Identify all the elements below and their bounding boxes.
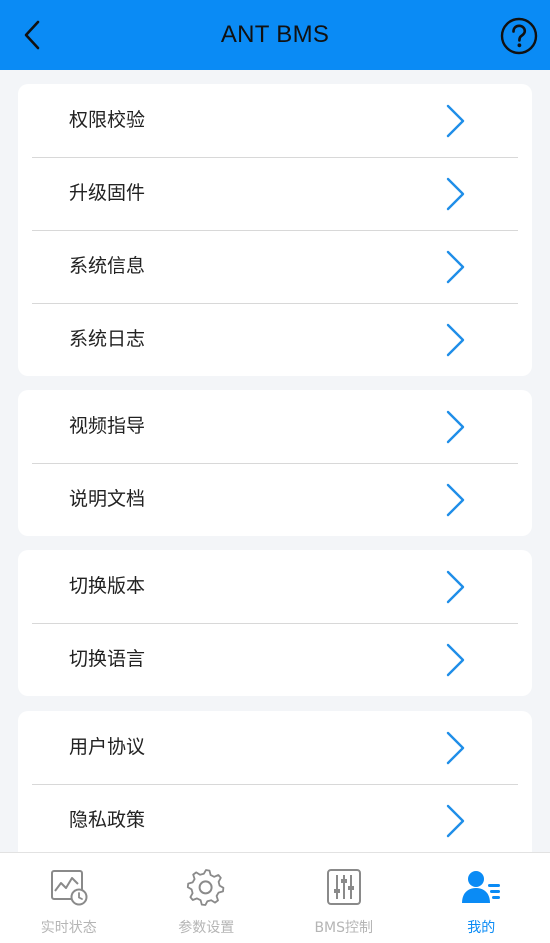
menu-item-upgrade-firmware[interactable]: 升级固件 <box>18 157 532 230</box>
tab-mine[interactable]: 我的 <box>413 853 550 943</box>
menu-item-label: 升级固件 <box>69 182 146 204</box>
menu-item-permission-check[interactable]: 权限校验 <box>18 84 532 157</box>
menu-item-label: 权限校验 <box>69 109 146 131</box>
realtime-status-icon <box>50 870 88 906</box>
menu-item-label: 视频指导 <box>69 415 146 437</box>
menu-item-system-info[interactable]: 系统信息 <box>18 230 532 303</box>
menu-item-label: 系统信息 <box>69 255 146 277</box>
menu-group-preferences: 切换版本 切换语言 <box>18 550 532 696</box>
bottom-tab-bar: 实时状态 参数设置 BMS控制 我的 <box>0 852 550 943</box>
menu-item-user-agreement[interactable]: 用户协议 <box>18 711 532 784</box>
menu-item-label: 用户协议 <box>69 736 146 758</box>
chevron-right-icon <box>446 643 465 677</box>
chevron-right-icon <box>446 177 465 211</box>
tab-label: 实时状态 <box>40 920 97 936</box>
sliders-icon <box>326 869 361 905</box>
chevron-right-icon <box>446 104 465 138</box>
tab-bms-control[interactable]: BMS控制 <box>275 853 413 943</box>
tab-realtime-status[interactable]: 实时状态 <box>0 853 138 943</box>
page-title: ANT BMS <box>220 21 330 48</box>
top-bar: ANT BMS <box>0 0 550 70</box>
back-button[interactable] <box>14 17 50 53</box>
chevron-right-icon <box>446 804 465 838</box>
settings-list: 权限校验 升级固件 系统信息 系统日志 视频指导 说明文档 切换版本 切换语言 … <box>0 70 550 852</box>
chevron-right-icon <box>446 323 465 357</box>
menu-item-label: 切换语言 <box>69 648 146 670</box>
menu-item-label: 系统日志 <box>69 328 146 350</box>
menu-group-help: 视频指导 说明文档 <box>18 390 532 536</box>
chevron-right-icon <box>446 731 465 765</box>
tab-label: 我的 <box>467 920 496 936</box>
menu-item-switch-version[interactable]: 切换版本 <box>18 550 532 623</box>
menu-item-system-log[interactable]: 系统日志 <box>18 303 532 376</box>
tab-label: 参数设置 <box>178 920 235 936</box>
menu-group-legal: 用户协议 隐私政策 <box>18 711 532 852</box>
menu-group-system: 权限校验 升级固件 系统信息 系统日志 <box>18 84 532 376</box>
menu-item-label: 说明文档 <box>69 488 146 510</box>
tab-parameter-settings[interactable]: 参数设置 <box>138 853 276 943</box>
chevron-right-icon <box>446 483 465 517</box>
question-circle-icon <box>500 17 538 55</box>
menu-item-label: 切换版本 <box>69 575 146 597</box>
menu-item-video-guide[interactable]: 视频指导 <box>18 390 532 463</box>
tab-label: BMS控制 <box>314 920 374 936</box>
menu-item-documentation[interactable]: 说明文档 <box>18 463 532 536</box>
chevron-left-icon <box>24 20 40 50</box>
menu-item-switch-language[interactable]: 切换语言 <box>18 623 532 696</box>
menu-item-privacy-policy[interactable]: 隐私政策 <box>18 784 532 852</box>
user-list-icon <box>462 871 501 903</box>
chevron-right-icon <box>446 250 465 284</box>
menu-item-label: 隐私政策 <box>69 809 146 831</box>
gear-icon <box>187 869 225 906</box>
chevron-right-icon <box>446 410 465 444</box>
chevron-right-icon <box>446 570 465 604</box>
help-button[interactable] <box>500 17 538 55</box>
